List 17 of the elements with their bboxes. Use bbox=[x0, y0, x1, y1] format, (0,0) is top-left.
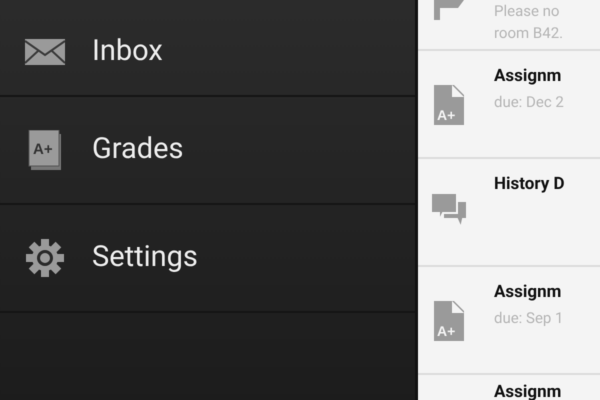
feed-item[interactable]: A+ Assignm due: Sep 1 bbox=[418, 267, 600, 375]
settings-icon bbox=[25, 238, 65, 278]
grade-document-icon: A+ bbox=[434, 301, 464, 341]
flag-icon bbox=[434, 0, 464, 20]
item-detail: Please no bbox=[494, 1, 560, 22]
drawer-item[interactable]: Inbox bbox=[0, 0, 415, 97]
envelope-icon bbox=[25, 38, 65, 64]
item-title: Assignm bbox=[494, 281, 562, 303]
item-detail: due: Dec 2 bbox=[494, 92, 564, 113]
drawer-item[interactable]: A+ Grades bbox=[0, 97, 415, 205]
item-title: History D bbox=[494, 173, 565, 195]
item-title: Assignm bbox=[494, 65, 562, 87]
item-detail: room B42. bbox=[494, 23, 564, 44]
item-detail: due: Sep 1 bbox=[494, 308, 564, 329]
feed-item[interactable]: A+ Assignm due: Dec 2 bbox=[418, 51, 600, 159]
grade-document-icon: A+ bbox=[434, 85, 464, 125]
feed-item[interactable]: History D bbox=[418, 159, 600, 267]
